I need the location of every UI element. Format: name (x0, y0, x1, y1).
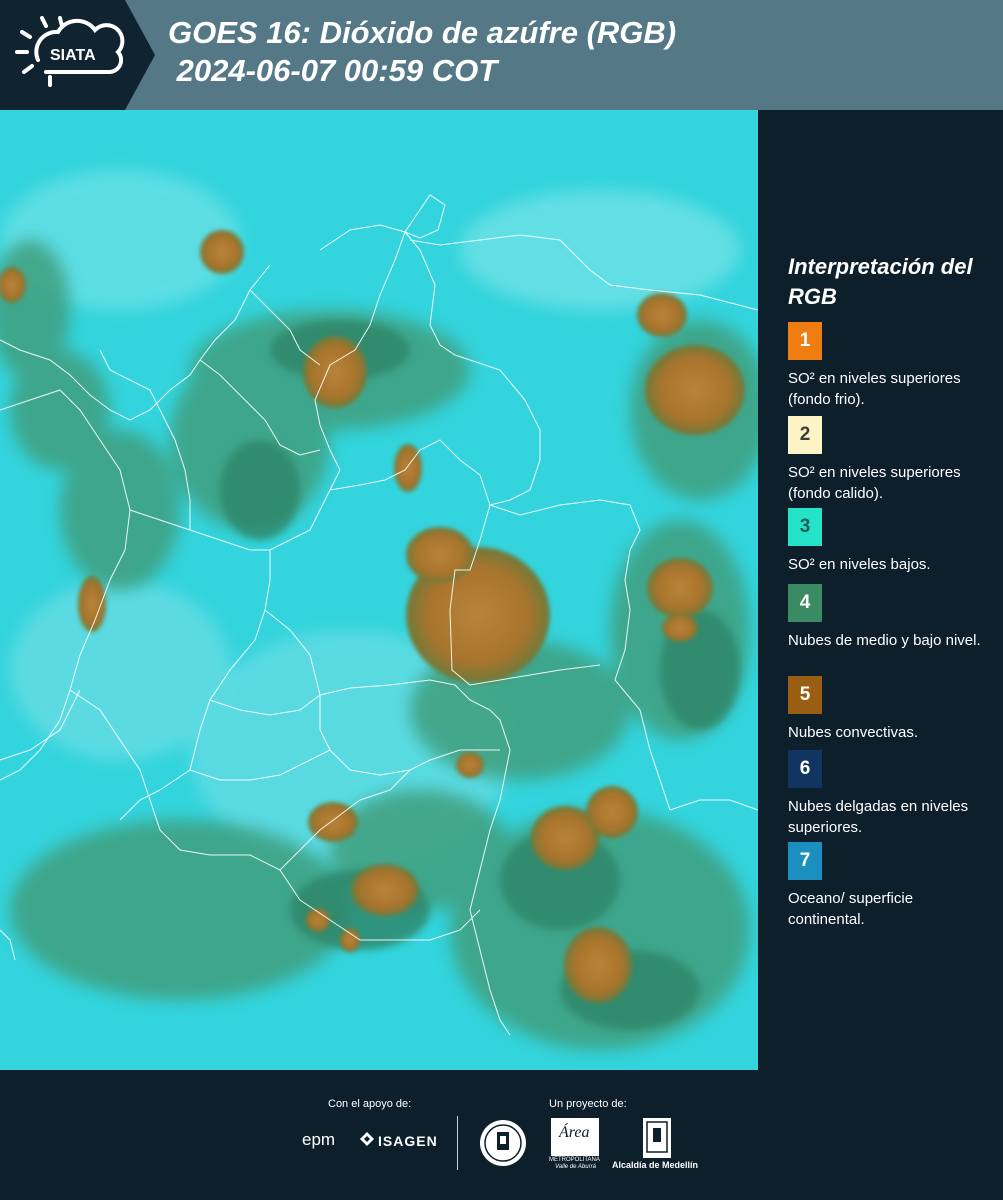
epm-logo: epm (302, 1130, 336, 1149)
legend-item-2: 2 SO² en niveles superiores (fondo calid… (788, 416, 988, 504)
legend-label-5: Nubes convectivas. (788, 724, 919, 741)
medellin-seal-icon (478, 1118, 528, 1168)
project-label: Un proyecto de: (549, 1098, 627, 1110)
header-bar: SIATA GOES 16: Dióxido de azúfre (RGB) 2… (0, 0, 1003, 110)
legend-title: Interpretación del RGB (788, 254, 973, 309)
isagen-logo: ISAGEN (378, 1133, 438, 1149)
logo-text: SIATA (50, 47, 96, 64)
legend-panel: Interpretación del RGB 1 SO² en niveles … (758, 110, 1003, 1070)
area-sub2: Valle de Aburrá (555, 1164, 596, 1170)
legend-label-2: SO² en niveles superiores (fondo calido)… (788, 464, 961, 502)
footer-divider (457, 1116, 458, 1170)
area-metropolitana-logo: Área (551, 1118, 599, 1156)
legend-swatch-5: 5 (788, 676, 822, 714)
legend-item-7: 7 Oceano/ superficie continental. (788, 842, 988, 930)
siata-logo: SIATA (0, 0, 155, 110)
legend-swatch-6: 6 (788, 750, 822, 788)
legend-label-4: Nubes de medio y bajo nivel. (788, 632, 981, 649)
legend-label-7: Oceano/ superficie continental. (788, 890, 914, 928)
legend-label-1: SO² en niveles superiores (fondo frio). (788, 370, 961, 408)
legend-label-6: Nubes delgadas en niveles superiores. (788, 798, 969, 836)
area-sub: METROPOLITANA (549, 1157, 600, 1163)
legend-item-1: 1 SO² en niveles superiores (fondo frio)… (788, 322, 988, 410)
alcaldia-label: Alcaldía de Medellín (612, 1160, 699, 1170)
legend-swatch-7: 7 (788, 842, 822, 880)
legend-item-6: 6 Nubes delgadas en niveles superiores. (788, 750, 988, 838)
rgb-satellite-image (0, 110, 758, 1070)
legend-item-3: 3 SO² en niveles bajos. (788, 508, 988, 575)
area-logo-text: Área (559, 1124, 590, 1141)
support-label: Con el apoyo de: (328, 1098, 412, 1110)
footer: Con el apoyo de: Un proyecto de: epm ISA… (0, 1070, 1003, 1200)
page-title: GOES 16: Dióxido de azúfre (RGB) 2024-06… (168, 15, 677, 88)
legend-swatch-1: 1 (788, 322, 822, 360)
legend-label-3: SO² en niveles bajos. (788, 556, 931, 573)
legend-swatch-3: 3 (788, 508, 822, 546)
legend-swatch-2: 2 (788, 416, 822, 454)
legend-item-4: 4 Nubes de medio y bajo nivel. (788, 584, 988, 651)
alcaldia-shield-icon (643, 1118, 671, 1158)
isagen-icon (360, 1132, 374, 1146)
legend-swatch-4: 4 (788, 584, 822, 622)
legend-item-5: 5 Nubes convectivas. (788, 676, 988, 743)
satellite-map (0, 110, 758, 1070)
